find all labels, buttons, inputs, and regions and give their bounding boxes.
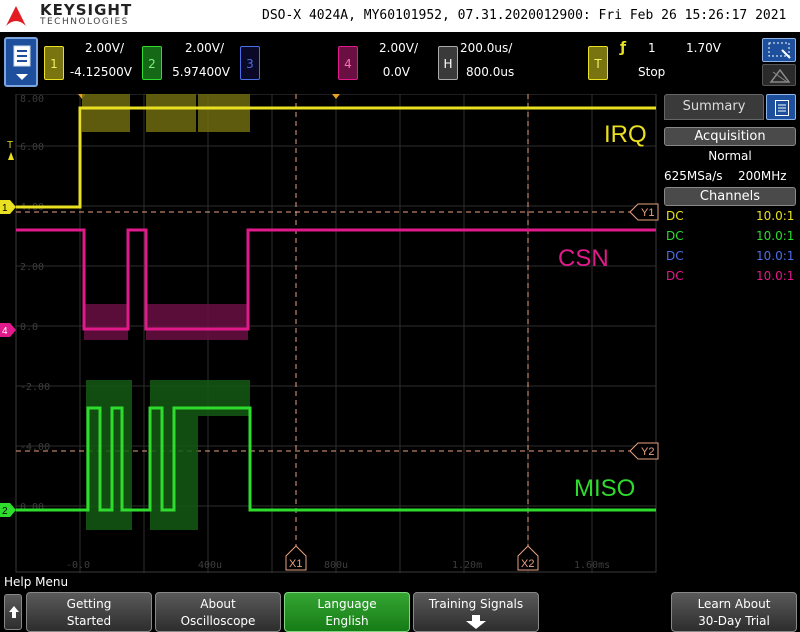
ch4-probe: 10.0:1 bbox=[756, 269, 795, 283]
time-label: 1.60ms bbox=[574, 560, 610, 571]
tab-summary[interactable]: Summary bbox=[664, 94, 764, 120]
channel-4-key[interactable]: 4 bbox=[338, 46, 358, 80]
channel-1-scale[interactable]: 2.00V/ bbox=[66, 41, 124, 55]
softkey-line: Language bbox=[317, 597, 377, 611]
sample-rate: 625MSa/s bbox=[664, 169, 723, 183]
time-label: 1.20m bbox=[452, 560, 482, 571]
help-menu-label: Help Menu bbox=[4, 575, 69, 589]
horizontal-key[interactable]: H bbox=[438, 46, 458, 80]
channels-header: Channels bbox=[664, 187, 796, 206]
time-label: 800u bbox=[324, 560, 348, 571]
timebase-value[interactable]: 200.0us/ bbox=[460, 41, 520, 55]
acquisition-header: Acquisition bbox=[664, 127, 796, 146]
trigger-key[interactable]: T bbox=[588, 46, 608, 80]
list-icon bbox=[775, 100, 789, 116]
getting-started-softkey[interactable]: Getting Started bbox=[26, 592, 152, 632]
brand-subtitle: TECHNOLOGIES bbox=[40, 17, 129, 27]
softkey-line: 30-Day Trial bbox=[698, 614, 770, 628]
cursor-x2-label: X2 bbox=[521, 558, 534, 570]
instrument-title: DSO-X 4024A, MY60101952, 07.31.202001290… bbox=[262, 8, 787, 23]
acquisition-mode: Normal bbox=[708, 149, 752, 163]
rising-edge-icon: ƒ bbox=[620, 40, 627, 56]
channel-4-scale[interactable]: 2.00V/ bbox=[362, 41, 418, 55]
delta-icon bbox=[769, 68, 791, 83]
zoom-box-icon bbox=[768, 42, 791, 59]
bandwidth: 200MHz bbox=[738, 169, 787, 183]
measure-toggle-button[interactable] bbox=[762, 64, 796, 86]
trigger-source[interactable]: 1 bbox=[648, 41, 662, 55]
language-softkey[interactable]: Language English bbox=[284, 592, 410, 632]
training-signals-softkey[interactable]: Training Signals bbox=[413, 592, 539, 632]
summary-panel: Summary Acquisition Normal 625MSa/s 200M… bbox=[660, 94, 800, 572]
channel-2-key[interactable]: 2 bbox=[142, 46, 162, 80]
softkey-line: Started bbox=[66, 614, 112, 628]
zoom-window-button[interactable] bbox=[762, 38, 796, 62]
csn-label: CSN bbox=[558, 245, 609, 272]
channel-2-scale[interactable]: 2.00V/ bbox=[166, 41, 224, 55]
softkey-line: Learn About bbox=[697, 597, 771, 611]
ch1-coupling: DC bbox=[666, 209, 684, 223]
panel-menu-button[interactable] bbox=[766, 94, 796, 120]
chevron-down-icon bbox=[16, 74, 28, 80]
about-oscilloscope-softkey[interactable]: About Oscilloscope bbox=[155, 592, 281, 632]
ch4-coupling: DC bbox=[666, 269, 684, 283]
ch3-coupling: DC bbox=[666, 249, 684, 263]
menu-up-button[interactable] bbox=[4, 594, 22, 630]
time-label: 400u bbox=[198, 560, 222, 571]
irq-label: IRQ bbox=[604, 121, 647, 148]
cursor-x1-label: X1 bbox=[289, 558, 302, 570]
time-label: -0.0 bbox=[66, 560, 90, 571]
channel-1-marker-label: 1 bbox=[2, 203, 8, 214]
ch3-probe: 10.0:1 bbox=[756, 249, 795, 263]
help-bar: Help Menu bbox=[0, 573, 800, 591]
channel-4-offset[interactable]: 0.0V bbox=[362, 65, 410, 79]
axis-label: 6.00 bbox=[20, 142, 44, 153]
channel-4-marker-label: 4 bbox=[2, 326, 8, 337]
cursor-y2-label: Y2 bbox=[641, 446, 654, 458]
arrow-down-icon bbox=[466, 615, 486, 629]
softkey-line: About bbox=[200, 597, 236, 611]
trigger-level[interactable]: 1.70V bbox=[686, 41, 726, 55]
axis-label: -2.00 bbox=[20, 382, 50, 393]
ch2-coupling: DC bbox=[666, 229, 684, 243]
axis-label: 8.00 bbox=[20, 94, 44, 105]
channel-1-offset[interactable]: -4.12500V bbox=[66, 65, 132, 79]
axis-label: 0.0 bbox=[20, 322, 38, 333]
channel-2-marker-label: 2 bbox=[2, 506, 8, 517]
waveform-display[interactable]: 8.00 6.00 4.00 2.00 0.0 -2.00 -4.00 0.00… bbox=[0, 94, 660, 573]
arrow-up-icon bbox=[9, 606, 19, 618]
channel-3-key[interactable]: 3 bbox=[240, 46, 260, 80]
ch1-probe: 10.0:1 bbox=[756, 209, 795, 223]
main-menu-button[interactable] bbox=[4, 37, 38, 87]
cursor-y1-label: Y1 bbox=[641, 207, 654, 219]
channel-1-key[interactable]: 1 bbox=[44, 46, 64, 80]
miso-label: MISO bbox=[574, 475, 635, 502]
learn-about-trial-softkey[interactable]: Learn About 30-Day Trial bbox=[671, 592, 797, 632]
run-state: Stop bbox=[638, 65, 666, 79]
title-bar: KEYSIGHT TECHNOLOGIES DSO-X 4024A, MY601… bbox=[0, 0, 800, 32]
trigger-level-marker[interactable]: T bbox=[7, 140, 13, 151]
delay-value[interactable]: 800.0us bbox=[466, 65, 520, 79]
ch2-probe: 10.0:1 bbox=[756, 229, 795, 243]
softkey-line: Getting bbox=[66, 597, 112, 611]
document-icon bbox=[13, 45, 31, 67]
axis-label: 2.00 bbox=[20, 262, 44, 273]
keysight-logo-icon bbox=[6, 6, 26, 26]
softkey-line: English bbox=[325, 614, 369, 628]
channel-2-offset[interactable]: 5.97400V bbox=[164, 65, 230, 79]
softkey-line: Training Signals bbox=[428, 597, 524, 611]
softkey-line: Oscilloscope bbox=[180, 614, 256, 628]
